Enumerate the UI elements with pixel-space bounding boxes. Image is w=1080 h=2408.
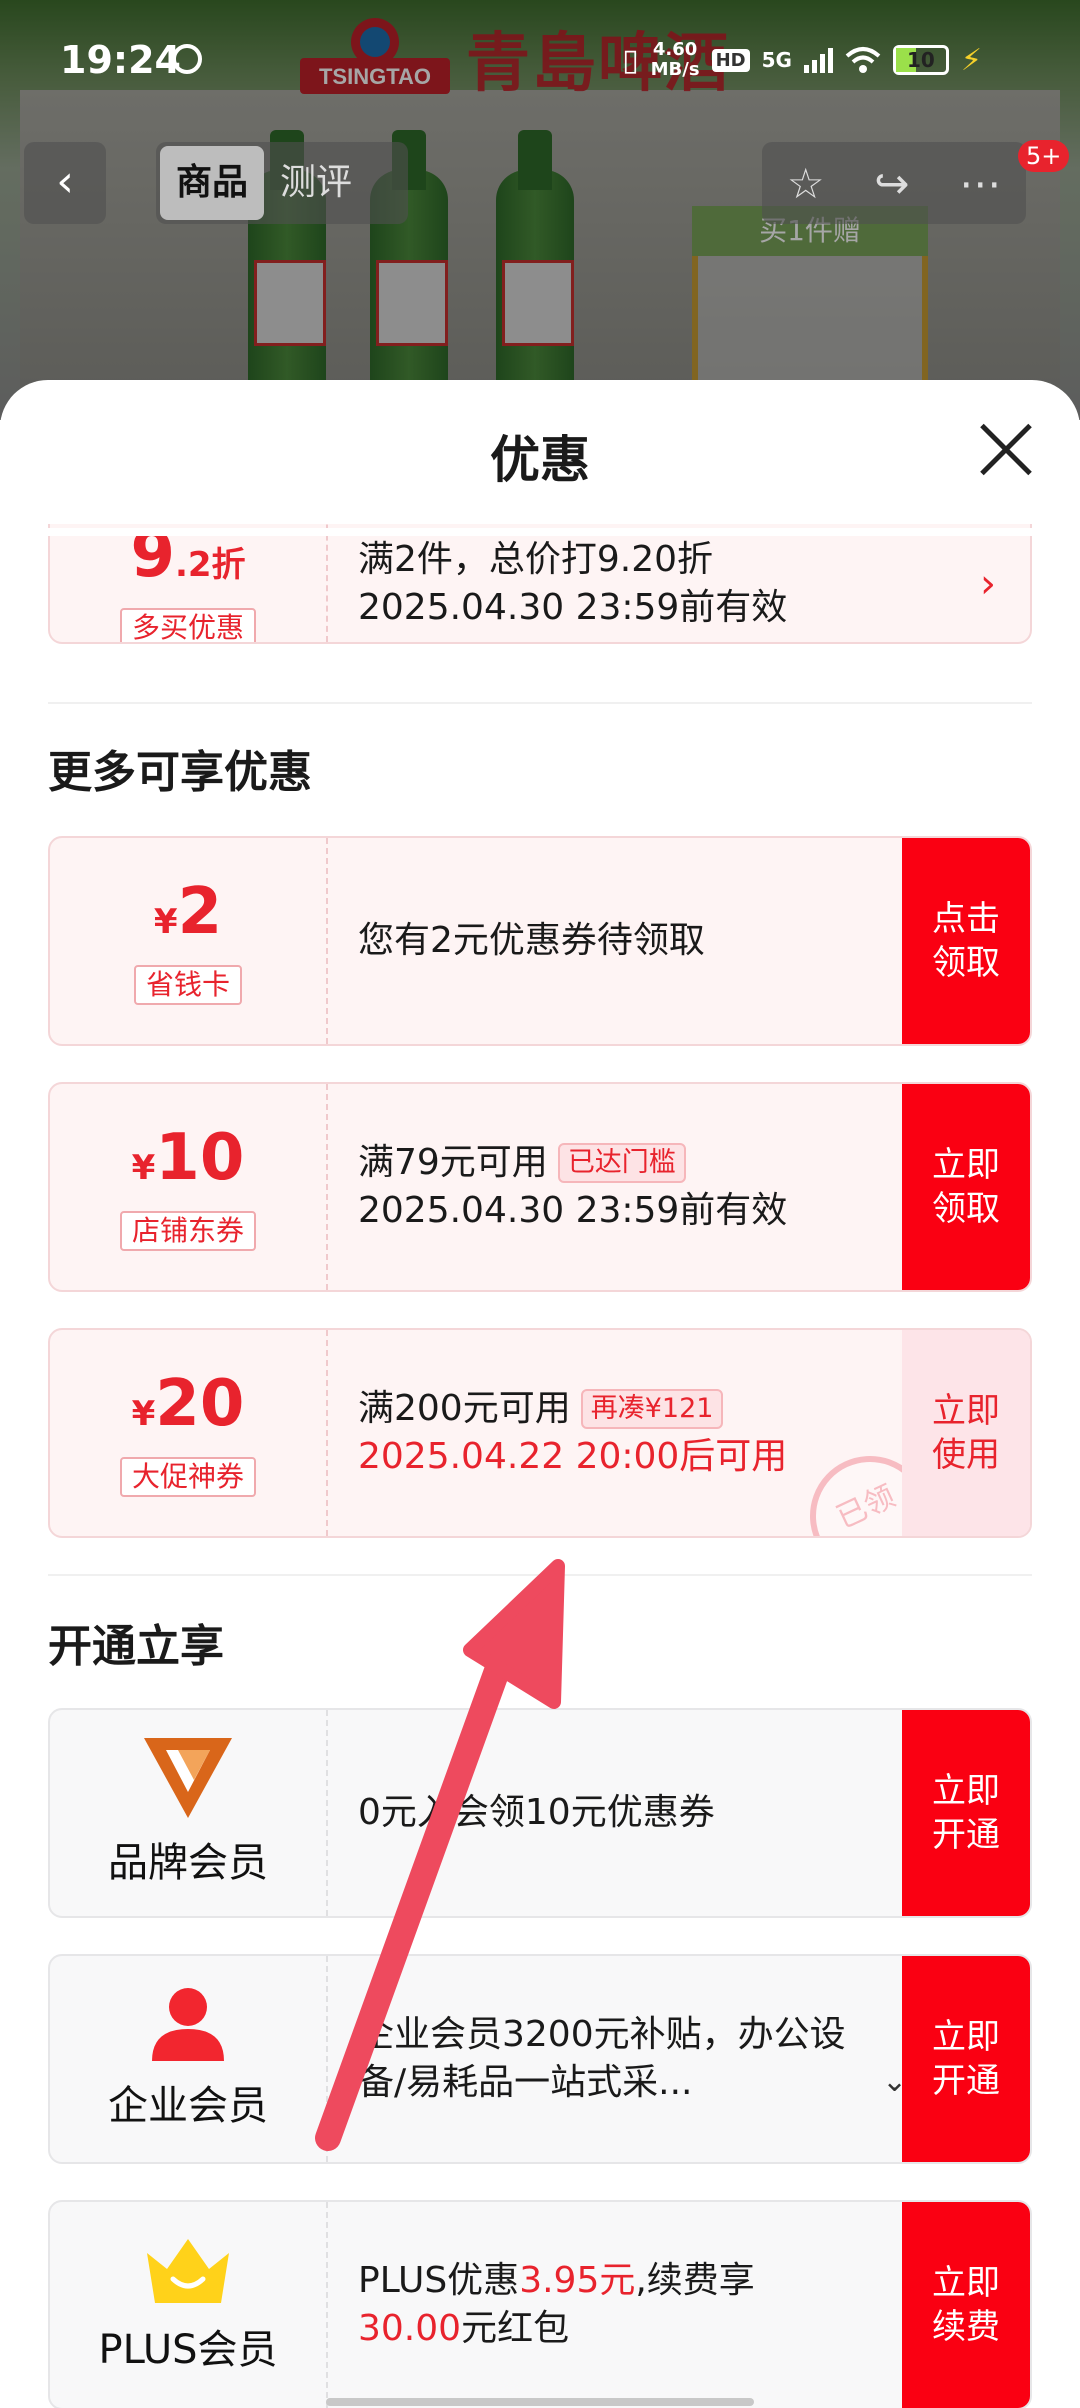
back-chevron-icon[interactable]: ‹ [24,142,106,224]
discount-expiry: 2025.04.30 23:59前有效 [358,587,788,628]
coupon-amount: ¥10 [131,1121,245,1195]
membership-card: PLUS会员 PLUS优惠3.95元,续费享 30.00元红包 立即续费 [48,2200,1032,2408]
close-icon[interactable] [976,420,1036,480]
dnd-icon [172,44,202,74]
membership-name: 品牌会员 [108,1840,268,1886]
coupon-card: ¥10 店铺东券 满79元可用 已达门槛 2025.04.30 23:59前有效… [48,1082,1032,1292]
home-indicator[interactable] [326,2398,754,2406]
message-badge: 5+ [1018,140,1070,172]
coupon-amount: ¥2 [153,875,223,949]
vibrate-icon: ▯ [622,42,639,78]
more-discounts-title: 更多可享优惠 [48,747,312,798]
share-icon[interactable]: ↪ [874,159,909,208]
network-type: 5G [761,48,792,72]
brand-v-icon [144,1738,232,1818]
title-mask [0,528,1080,536]
use-now-button[interactable]: 立即使用 [902,1330,1030,1536]
membership-card: 品牌会员 0元入会领10元优惠券 立即开通 [48,1708,1032,1918]
membership-name: PLUS会员 [98,2327,278,2373]
membership-section-title: 开通立享 [48,1621,224,1672]
product-tabs: 商品 测评 [156,142,408,224]
join-button[interactable]: 立即开通 [902,1710,1030,1916]
coupon-expiry: 2025.04.30 23:59前有效 [358,1190,788,1231]
threshold-met-badge: 已达门槛 [557,1143,686,1183]
divider [48,702,1032,704]
claim-button[interactable]: 点击领取 [902,838,1030,1044]
claim-button[interactable]: 立即领取 [902,1084,1030,1290]
discount-rule: 满2件，总价打9.20折 [358,539,714,580]
wifi-icon [845,47,881,73]
hd-icon: HD [711,48,750,72]
coupon-card: ¥2 省钱卡 您有2元优惠券待领取 点击领取 [48,836,1032,1046]
network-speed: 4.60 MB/s [650,39,700,80]
tab-product[interactable]: 商品 [160,146,265,220]
discount-tag: 多买优惠 [119,608,256,642]
membership-benefit: 0元入会领10元优惠券 [358,1792,715,1833]
coupon-type-tag: 省钱卡 [133,965,242,1005]
coupon-threshold: 满200元可用 [358,1388,571,1429]
coupon-type-tag: 大促神券 [119,1457,256,1497]
coupon-card: ¥20 大促神券 满200元可用 再凑¥121 2025.04.22 20:00… [48,1328,1032,1538]
membership-card: 企业会员 企业会员3200元补贴，办公设备/易耗品一站式采... ⌄ 立即开通 [48,1954,1032,2164]
coupon-threshold: 满79元可用 [358,1142,548,1183]
coupon-amount: ¥20 [131,1367,245,1441]
tab-review[interactable]: 测评 [264,146,368,220]
membership-benefit: 企业会员3200元补贴，办公设备/易耗品一站式采... [358,2014,846,2103]
coupon-type-tag: 店铺东券 [119,1211,256,1251]
coupon-sheet: 优惠 9.2折 多买优惠 满2件，总价打9.20折 2025.04.30 23:… [0,380,1080,2408]
join-button[interactable]: 立即开通 [902,1956,1030,2162]
header-actions: ☆ ↪ ⋯ [762,142,1026,224]
membership-benefit: PLUS优惠3.95元,续费享 30.00元红包 [358,2260,755,2349]
more-icon[interactable]: ⋯ [959,159,1001,208]
plus-crown-icon [147,2239,229,2303]
star-icon[interactable]: ☆ [787,159,825,208]
membership-name: 企业会员 [108,2083,268,2129]
status-time: 19:24 [60,38,181,82]
signal-icon [803,47,833,73]
battery-icon: 10 [892,45,949,75]
coupon-description: 您有2元优惠券待领取 [358,920,705,961]
sheet-title: 优惠 [490,431,590,489]
add-more-badge: 再凑¥121 [580,1389,724,1429]
divider [48,1574,1032,1576]
charging-icon: ⚡ [960,42,982,78]
status-bar: 19:24 ▯ 4.60 MB/s HD 5G 10 ⚡ [0,0,1080,120]
enterprise-person-icon [152,1988,224,2061]
renew-button[interactable]: 立即续费 [902,2202,1030,2408]
